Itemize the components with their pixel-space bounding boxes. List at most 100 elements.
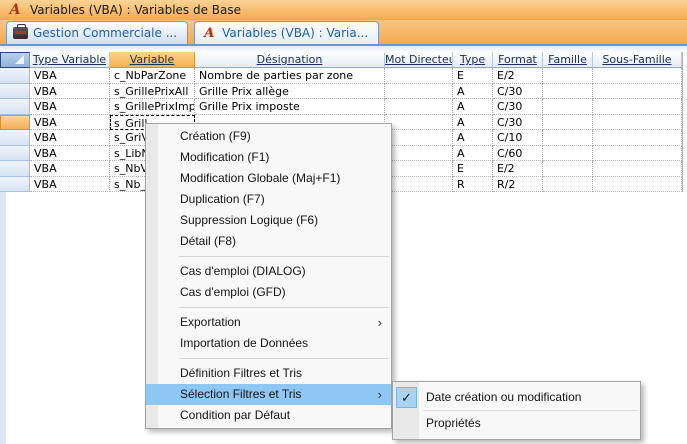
cell-type: A (453, 115, 493, 131)
row-selector[interactable] (0, 177, 30, 193)
row-selector-selected[interactable] (0, 115, 30, 131)
cell-sous-famille (593, 115, 682, 131)
app-logo-icon: A (6, 2, 24, 18)
tab-strip: Gestion Commerciale ... A Variables (VBA… (0, 20, 687, 46)
menu-item-modification-globale[interactable]: Modification Globale (Maj+F1) (146, 168, 391, 189)
menu-item-cas-emploi-gfd[interactable]: Cas d'emploi (GFD) (146, 282, 391, 303)
cell-variable: s_GrillePrixAll (110, 84, 195, 100)
column-header-format[interactable]: Format (493, 52, 543, 68)
menu-item-exportation[interactable]: Exportation › (146, 312, 391, 333)
submenu-item-label: Date création ou modification (426, 390, 581, 404)
cell-type-variable: VBA (30, 99, 110, 115)
cell-type-variable: VBA (30, 177, 110, 193)
menu-item-label: Exportation (180, 315, 241, 329)
cell-format: C/30 (493, 115, 543, 131)
context-menu: Création (F9) Modification (F1) Modifica… (145, 123, 392, 429)
cell-sous-famille (593, 177, 682, 193)
row-selector[interactable] (0, 84, 30, 100)
cell-famille (543, 115, 593, 131)
cell-type: A (453, 146, 493, 162)
column-header-type[interactable]: Type (453, 52, 493, 68)
app-logo-icon: A (201, 26, 217, 41)
corner-triangle-icon (15, 55, 24, 64)
cell-type: A (453, 99, 493, 115)
cell-sous-famille (593, 68, 682, 84)
column-header-sous-famille[interactable]: Sous-Famille (593, 52, 682, 68)
menu-item-detail[interactable]: Détail (F8) (146, 231, 391, 252)
cell-sous-famille (593, 161, 682, 177)
tab-label: Gestion Commerciale ... (33, 26, 177, 40)
column-header-variable[interactable]: Variable (110, 52, 195, 68)
menu-item-definition-filtres[interactable]: Définition Filtres et Tris (146, 363, 391, 384)
cell-mot-directeur (385, 84, 453, 100)
row-selector[interactable] (0, 68, 30, 84)
briefcase-icon (13, 27, 28, 39)
table-right-edge (682, 52, 687, 192)
cell-mot-directeur (385, 161, 453, 177)
cell-format: E/2 (493, 68, 543, 84)
submenu-item-proprietes[interactable]: Propriétés (393, 411, 640, 436)
cell-sous-famille (593, 146, 682, 162)
cell-sous-famille (593, 84, 682, 100)
table-row[interactable]: VBA c_NbParZone Nombre de parties par zo… (0, 68, 687, 84)
cell-type-variable: VBA (30, 161, 110, 177)
row-selector[interactable] (0, 99, 30, 115)
submenu-arrow-icon: › (378, 312, 382, 333)
cell-mot-directeur (385, 177, 453, 193)
cell-type-variable: VBA (30, 68, 110, 84)
cell-famille (543, 161, 593, 177)
cell-type: A (453, 84, 493, 100)
cell-type-variable: VBA (30, 130, 110, 146)
cell-type-variable: VBA (30, 146, 110, 162)
table-row[interactable]: VBA s_GrillePrixImp Grille Prix imposte … (0, 99, 687, 115)
column-header-mot-directeur[interactable]: Mot Directeur (385, 52, 453, 68)
cell-variable: s_GrillePrixImp (110, 99, 195, 115)
cell-famille (543, 99, 593, 115)
submenu-item-date-creation[interactable]: ✓ Date création ou modification (393, 385, 640, 410)
cell-famille (543, 68, 593, 84)
cell-format: E/2 (493, 161, 543, 177)
cell-format: C/30 (493, 84, 543, 100)
cell-type-variable: VBA (30, 84, 110, 100)
row-selector[interactable] (0, 130, 30, 146)
select-all-corner-cell[interactable] (0, 52, 30, 68)
menu-item-cas-emploi-dialog[interactable]: Cas d'emploi (DIALOG) (146, 261, 391, 282)
cell-famille (543, 84, 593, 100)
cell-type: A (453, 130, 493, 146)
submenu-item-label: Propriétés (426, 416, 481, 430)
column-header-type-variable[interactable]: Type Variable (30, 52, 110, 68)
submenu-filtres-tris: ✓ Date création ou modification Propriét… (392, 381, 641, 440)
menu-item-creation[interactable]: Création (F9) (146, 126, 391, 147)
cell-format: C/10 (493, 130, 543, 146)
menu-item-condition-defaut[interactable]: Condition par Défaut (146, 405, 391, 426)
cell-mot-directeur (385, 146, 453, 162)
column-header-designation[interactable]: Désignation (195, 52, 385, 68)
menu-item-duplication[interactable]: Duplication (F7) (146, 189, 391, 210)
row-selector[interactable] (0, 146, 30, 162)
cell-format: C/60 (493, 146, 543, 162)
menu-item-label: Sélection Filtres et Tris (180, 387, 301, 401)
menu-separator (179, 358, 389, 359)
submenu-arrow-icon: › (378, 384, 382, 405)
cell-format: R/2 (493, 177, 543, 193)
menu-item-importation[interactable]: Importation de Données (146, 333, 391, 354)
cell-famille (543, 177, 593, 193)
table-row[interactable]: VBA s_GrillePrixAll Grille Prix allège A… (0, 84, 687, 100)
tab-label: Variables (VBA) : Varia... (222, 26, 368, 40)
cell-sous-famille (593, 99, 682, 115)
menu-item-modification[interactable]: Modification (F1) (146, 147, 391, 168)
title-bar: A Variables (VBA) : Variables de Base (0, 0, 687, 20)
cell-type: E (453, 161, 493, 177)
cell-designation: Grille Prix allège (195, 84, 385, 100)
column-header-famille[interactable]: Famille (543, 52, 593, 68)
menu-item-suppression-logique[interactable]: Suppression Logique (F6) (146, 210, 391, 231)
cell-mot-directeur (385, 130, 453, 146)
window-title: Variables (VBA) : Variables de Base (30, 3, 241, 17)
tab-gestion-commerciale[interactable]: Gestion Commerciale ... (6, 21, 188, 44)
tab-variables-vba[interactable]: A Variables (VBA) : Varia... (194, 21, 379, 44)
row-selector[interactable] (0, 161, 30, 177)
checkmark-icon: ✓ (396, 387, 417, 408)
menu-item-selection-filtres[interactable]: Sélection Filtres et Tris › (146, 384, 391, 405)
cell-type-variable: VBA (30, 115, 110, 131)
cell-type: E (453, 68, 493, 84)
